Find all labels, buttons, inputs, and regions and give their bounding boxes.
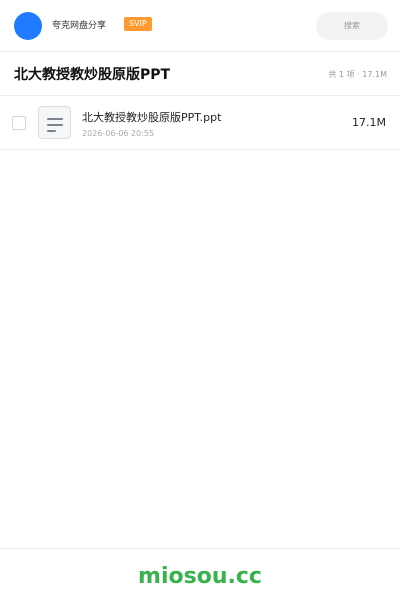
top-bar: 夸克网盘分享 SVIP 搜索 [0, 0, 400, 52]
share-header: 北大教授教炒股原版PPT 共 1 项 · 17.1M [0, 52, 400, 96]
footer: miosou.cc [0, 548, 400, 600]
search-button[interactable]: 搜索 [316, 12, 388, 40]
file-checkbox[interactable] [12, 116, 26, 130]
document-icon [38, 106, 71, 139]
avatar[interactable] [14, 12, 42, 40]
page-title: 北大教授教炒股原版PPT [14, 67, 171, 83]
file-size: 17.1M [352, 116, 386, 129]
watermark-logo: miosou.cc [138, 564, 262, 589]
file-name[interactable]: 北大教授教炒股原版PPT.ppt [82, 111, 221, 125]
svip-badge: SVIP [124, 17, 152, 31]
file-date: 2026-06-06 20:55 [82, 129, 155, 138]
file-row[interactable]: 北大教授教炒股原版PPT.ppt 2026-06-06 20:55 17.1M [0, 96, 400, 150]
item-summary: 共 1 项 · 17.1M [328, 70, 387, 79]
username: 夸克网盘分享 [52, 21, 107, 31]
